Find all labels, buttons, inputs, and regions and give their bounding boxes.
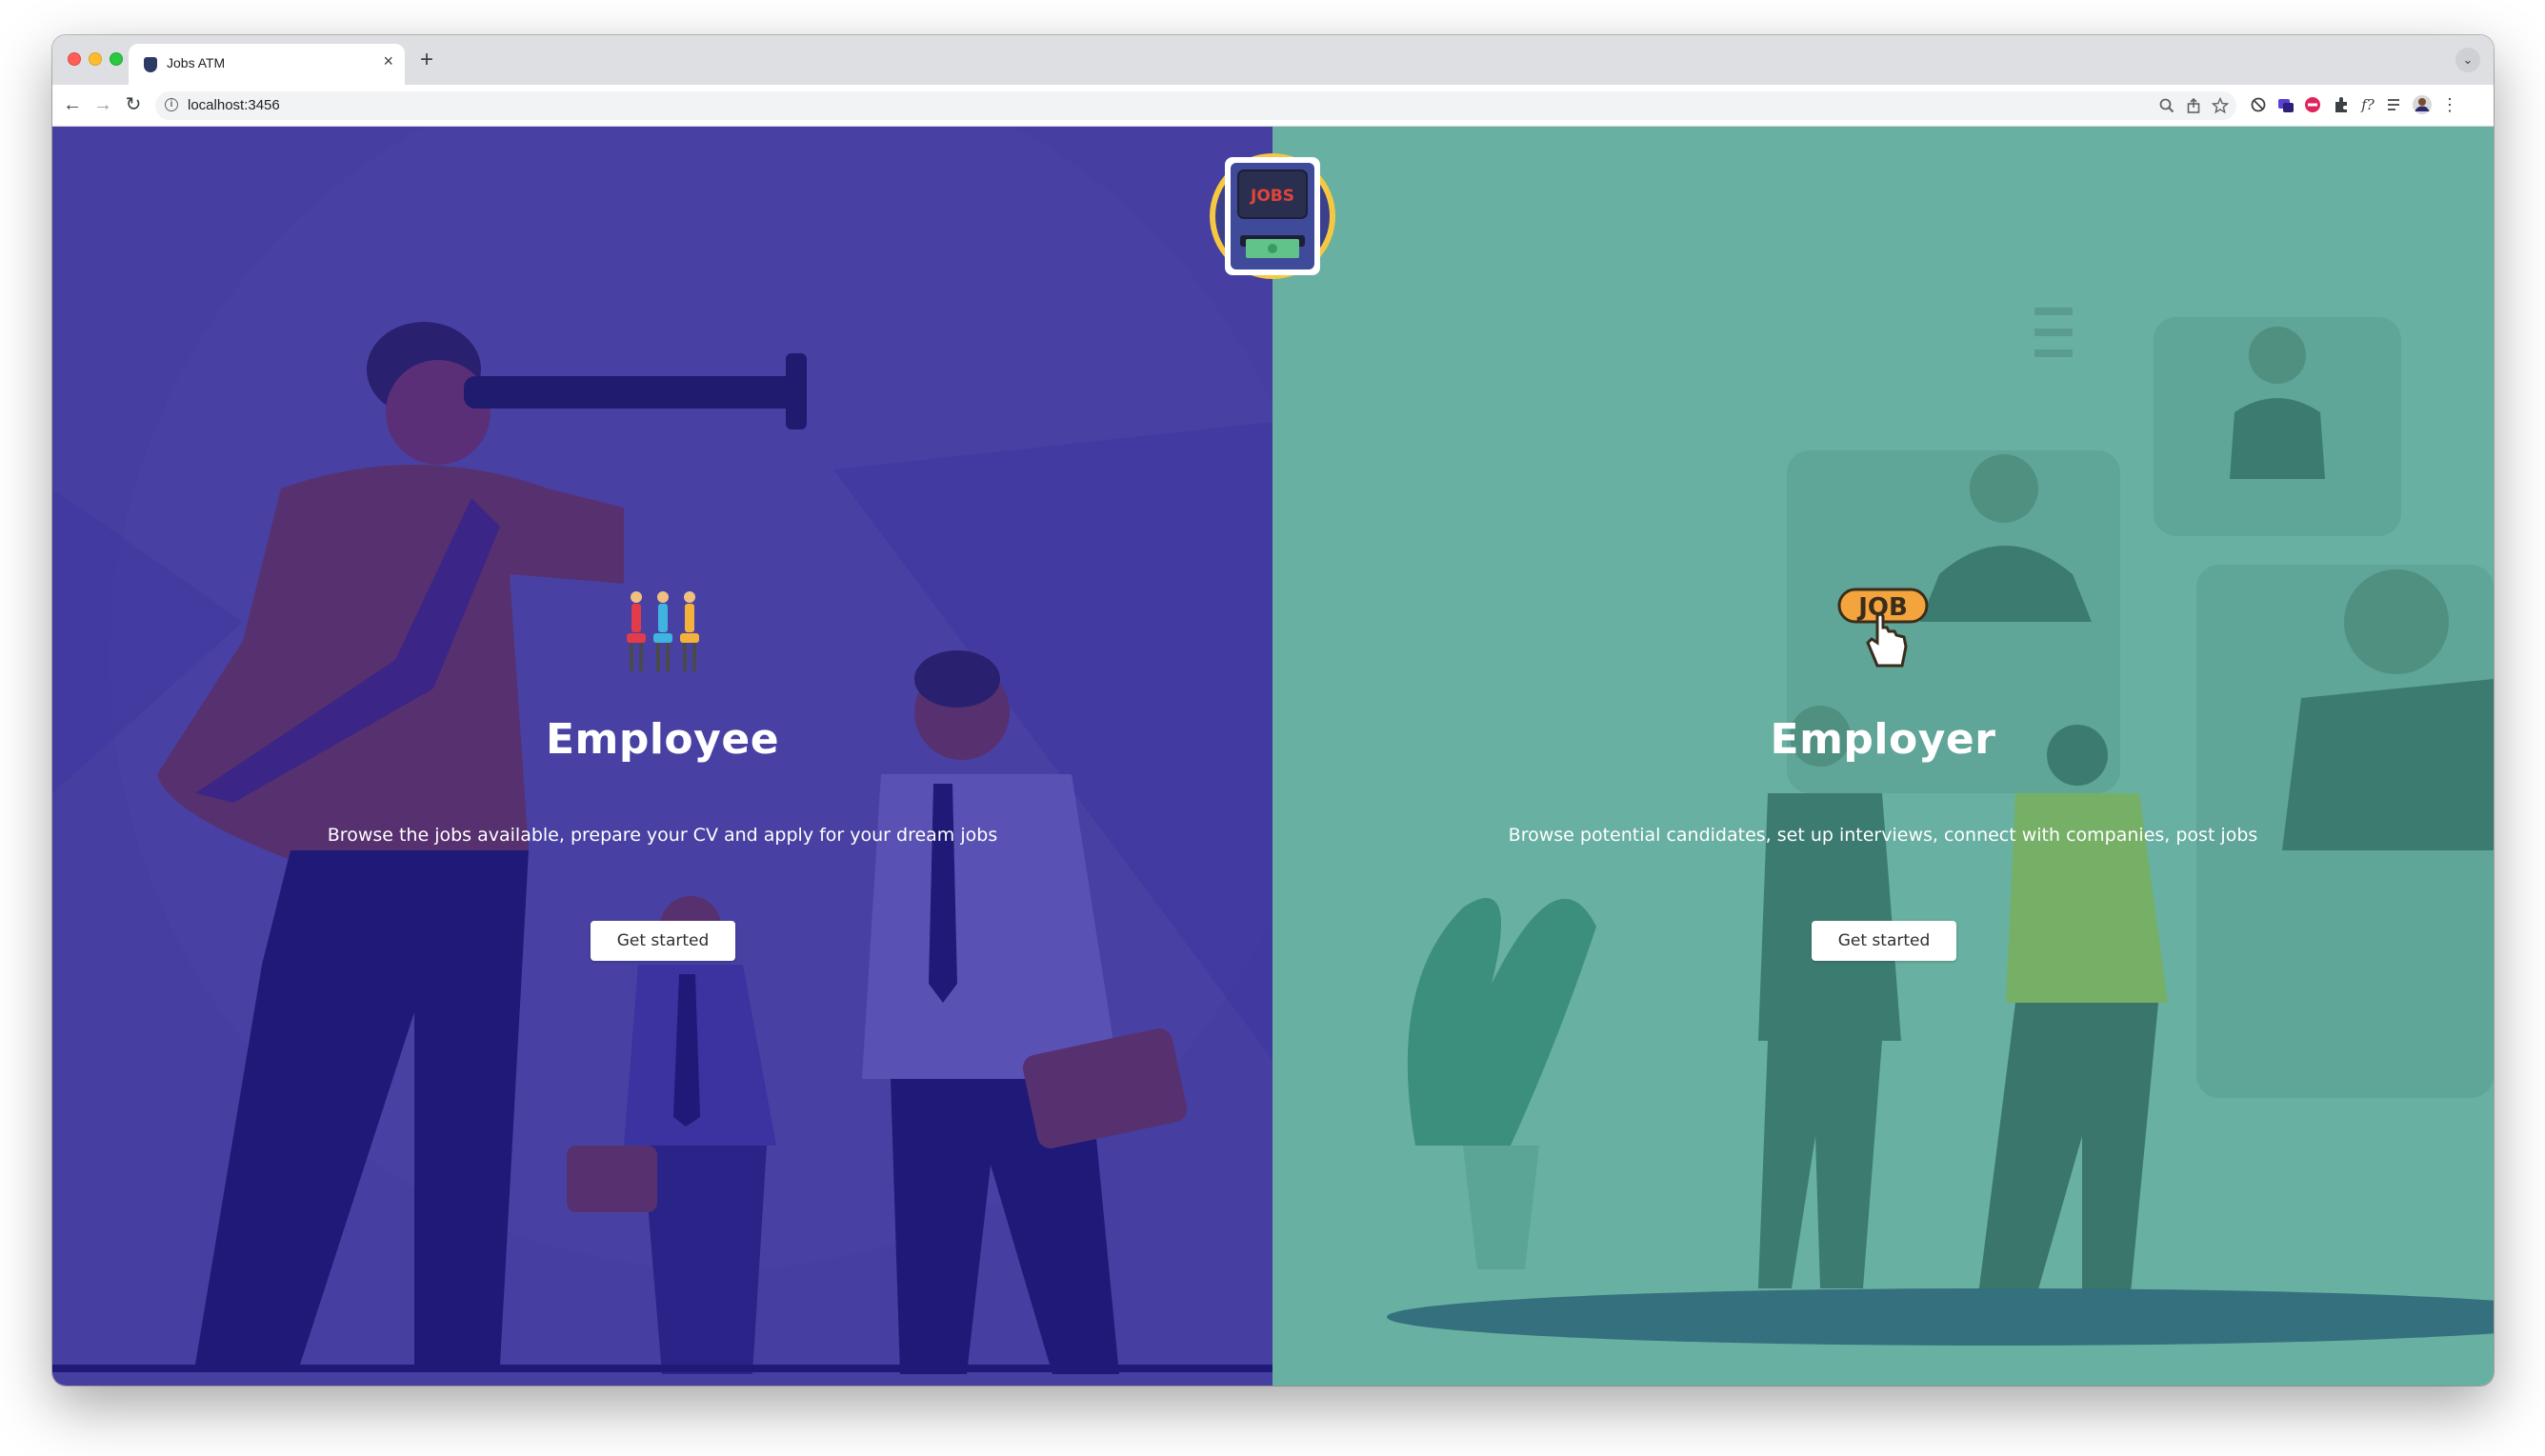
landing-page: Employee Browse the jobs available, prep…	[52, 127, 2494, 1386]
bookmark-star-icon[interactable]	[2212, 97, 2229, 114]
jobs-atm-logo[interactable]: JOBS	[1208, 151, 1337, 281]
extension-blocker-icon[interactable]	[2248, 94, 2269, 115]
back-button[interactable]: ←	[60, 92, 85, 117]
employee-description: Browse the jobs available, prepare your …	[327, 825, 998, 846]
formula-extension-icon[interactable]: f?	[2357, 94, 2378, 115]
forward-button[interactable]: →	[90, 92, 115, 117]
address-bar[interactable]: i localhost:3456	[155, 91, 2236, 120]
tab-title: Jobs ATM	[167, 55, 226, 70]
favicon-icon	[144, 57, 157, 72]
people-queue-icon	[626, 591, 699, 671]
browser-menu-icon[interactable]: ⋮	[2439, 94, 2460, 115]
profile-avatar-icon[interactable]	[2412, 94, 2433, 115]
extension-red-icon[interactable]	[2302, 94, 2323, 115]
share-icon[interactable]	[2185, 97, 2202, 114]
new-tab-button[interactable]: +	[414, 48, 439, 72]
job-click-icon: JOB	[1837, 588, 1929, 668]
tab-search-button[interactable]: ⌄	[2455, 48, 2480, 72]
puzzle-extension-icon[interactable]	[2331, 94, 2352, 115]
employee-title: Employee	[545, 715, 780, 764]
browser-window: Jobs ATM × + ⌄ ← → ↻ i localhost:3456 f?…	[52, 35, 2494, 1386]
browser-toolbar: ← → ↻ i localhost:3456 f? ⋮	[52, 85, 2494, 127]
employer-get-started-button[interactable]: Get started	[1812, 921, 1956, 961]
maximize-window-button[interactable]	[110, 52, 123, 66]
extension-stack-icon[interactable]	[2275, 94, 2296, 115]
zoom-icon[interactable]	[2158, 97, 2175, 114]
minimize-window-button[interactable]	[89, 52, 102, 66]
employee-panel: Employee Browse the jobs available, prep…	[52, 127, 1272, 1386]
employer-description: Browse potential candidates, set up inte…	[1508, 825, 2258, 846]
tab-close-icon[interactable]: ×	[383, 52, 393, 70]
url-text[interactable]: localhost:3456	[188, 97, 280, 113]
employer-panel: JOB Employer Browse potential candidates…	[1272, 127, 2494, 1386]
employee-get-started-button[interactable]: Get started	[591, 921, 735, 961]
reading-list-icon[interactable]	[2384, 94, 2405, 115]
logo-text: JOBS	[1250, 187, 1294, 206]
close-window-button[interactable]	[68, 52, 81, 66]
employer-title: Employer	[1770, 715, 1996, 764]
browser-tab[interactable]: Jobs ATM ×	[129, 44, 405, 85]
site-info-icon[interactable]: i	[165, 98, 178, 111]
tab-strip: Jobs ATM × + ⌄	[52, 35, 2494, 85]
reload-button[interactable]: ↻	[121, 92, 146, 117]
